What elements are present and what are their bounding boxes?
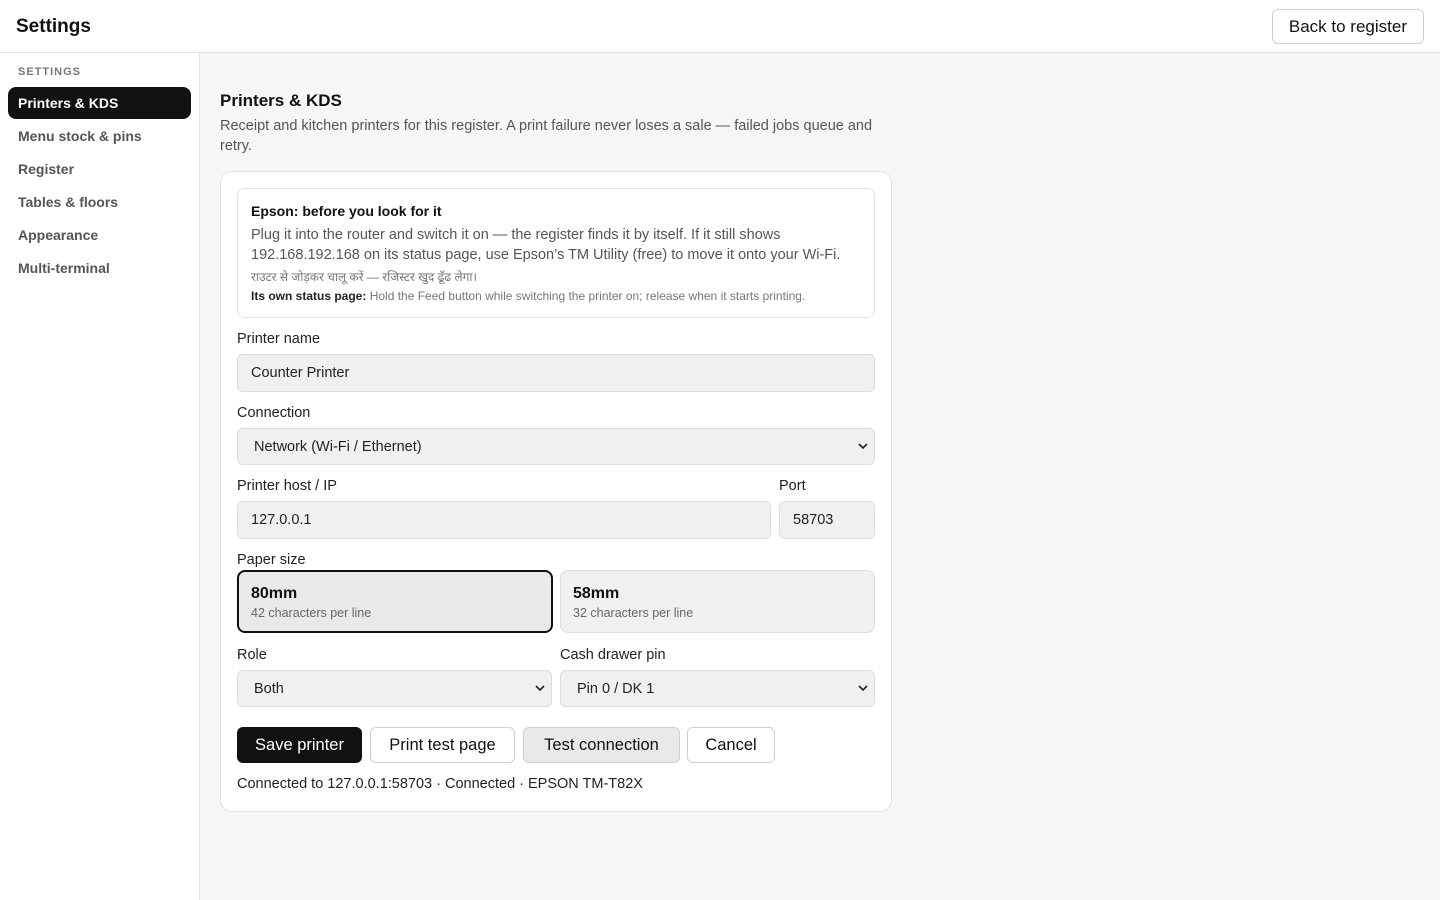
connection-label: Connection <box>237 405 311 421</box>
paper-size-58mm-option[interactable]: 58mm 32 characters per line <box>560 570 875 633</box>
back-to-register-button[interactable]: Back to register <box>1271 9 1424 44</box>
connection-status: Connected to 127.0.0.1:58703 · Connected… <box>237 776 643 792</box>
paper-size-name: 80mm <box>251 585 298 602</box>
page-description: Receipt and kitchen printers for this re… <box>220 118 873 154</box>
role-select-value: Both <box>254 680 284 697</box>
paper-size-sub: 32 characters per line <box>573 606 694 620</box>
sidebar-item-appearance[interactable]: Appearance <box>8 219 191 251</box>
cash-drawer-select[interactable]: Pin 0 / DK 1 <box>560 670 875 707</box>
sidebar: SETTINGS Printers & KDS Menu stock & pin… <box>0 53 200 900</box>
tip-status-text: Hold the Feed button while switching the… <box>366 289 806 303</box>
tip-status-label: Its own status page: <box>251 289 367 303</box>
sidebar-nav: Printers & KDS Menu stock & pins Registe… <box>8 87 191 285</box>
tip-body: Plug it into the router and switch it on… <box>251 227 841 263</box>
sidebar-section-label: SETTINGS <box>18 66 82 78</box>
connection-select[interactable]: Network (Wi-Fi / Ethernet) <box>237 428 875 465</box>
printer-name-input[interactable] <box>237 354 875 392</box>
paper-size-sub: 42 characters per line <box>251 606 372 620</box>
save-printer-button[interactable]: Save printer <box>237 727 362 763</box>
test-connection-button[interactable]: Test connection <box>523 727 680 763</box>
tip-title: Epson: before you look for it <box>251 203 442 219</box>
paper-size-80mm-option[interactable]: 80mm 42 characters per line <box>237 570 553 633</box>
cash-drawer-select-value: Pin 0 / DK 1 <box>577 680 655 697</box>
printer-name-label: Printer name <box>237 331 321 347</box>
page-title: Printers & KDS <box>220 91 342 110</box>
role-select[interactable]: Both <box>237 670 552 707</box>
printer-form-card: Epson: before you look for it Plug it in… <box>220 171 892 812</box>
chevron-down-icon <box>535 685 545 692</box>
epson-tip-box: Epson: before you look for it Plug it in… <box>237 188 875 318</box>
sidebar-item-multi-terminal[interactable]: Multi-terminal <box>8 252 191 284</box>
sidebar-item-register[interactable]: Register <box>8 153 191 185</box>
role-label: Role <box>237 647 267 663</box>
tip-hindi-text: राउटर से जोड़कर चालू करें — रजिस्टर खुद … <box>251 270 478 284</box>
paper-size-label: Paper size <box>237 552 306 568</box>
tip-status-page: Its own status page: Hold the Feed butto… <box>251 289 805 303</box>
sidebar-item-printers-kds[interactable]: Printers & KDS <box>8 87 191 119</box>
host-label: Printer host / IP <box>237 478 337 494</box>
connection-select-value: Network (Wi-Fi / Ethernet) <box>254 438 422 455</box>
top-bar: Settings Back to register <box>0 0 1440 53</box>
printer-host-input[interactable] <box>237 501 771 539</box>
print-test-page-button[interactable]: Print test page <box>370 727 515 763</box>
cancel-button[interactable]: Cancel <box>687 727 775 763</box>
chevron-down-icon <box>858 685 868 692</box>
cash-drawer-label: Cash drawer pin <box>560 647 666 663</box>
chevron-down-icon <box>858 443 868 450</box>
port-label: Port <box>779 478 806 494</box>
port-input[interactable] <box>779 501 875 539</box>
app-title: Settings <box>16 16 91 37</box>
sidebar-item-tables-floors[interactable]: Tables & floors <box>8 186 191 218</box>
paper-size-name: 58mm <box>573 585 620 602</box>
sidebar-item-menu-stock-pins[interactable]: Menu stock & pins <box>8 120 191 152</box>
